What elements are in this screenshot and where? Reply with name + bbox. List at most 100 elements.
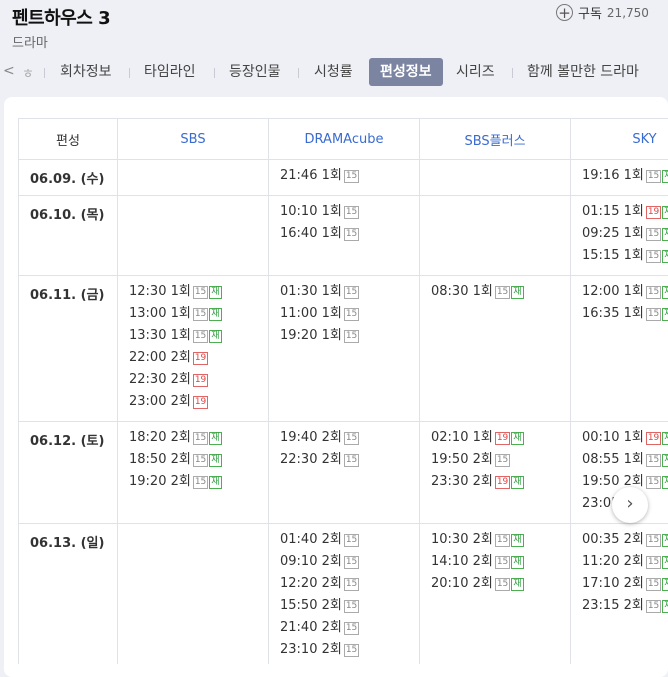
tab-cast[interactable]: 등장인물: [229, 58, 281, 86]
scroll-next-button[interactable]: ›: [612, 487, 648, 523]
broadcast-entry: 22:30 2회15: [280, 452, 419, 474]
tab-prev-icon[interactable]: <: [3, 63, 15, 79]
broadcast-time: 21:40 2회: [280, 620, 342, 635]
broadcast-entry: 16:35 1회15재: [582, 306, 668, 328]
schedule-cell: 00:35 2회15재11:20 2회15재17:10 2회15재23:15 2…: [571, 524, 668, 665]
broadcast-entry: 00:35 2회15재: [582, 532, 668, 554]
age-rating-badge: 15: [193, 308, 208, 321]
rerun-badge: 재: [662, 578, 668, 591]
age-rating-badge: 15: [344, 308, 359, 321]
column-header-channel[interactable]: SBS플러스: [420, 119, 571, 160]
schedule-cell: 10:30 2회15재14:10 2회15재20:10 2회15재: [420, 524, 571, 665]
broadcast-entry: 19:20 1회15: [280, 328, 419, 350]
tab-episodes[interactable]: 회차정보: [60, 58, 112, 86]
broadcast-time: 10:30 2회: [431, 532, 493, 547]
rerun-badge: 재: [209, 476, 221, 489]
age-rating-badge: 15: [646, 578, 661, 591]
age-rating-badge: 15: [344, 206, 359, 219]
age-rating-badge: 15: [646, 454, 661, 467]
header: 펜트하우스 3 드라마 + 구독 21,750 < ㅎ 회차정보 타임라인 등장…: [0, 0, 668, 92]
broadcast-entry: 14:10 2회15재: [431, 554, 570, 576]
age-rating-badge: 15: [646, 250, 661, 263]
schedule-cell: 08:30 1회15재: [420, 276, 571, 422]
age-rating-badge: 15: [646, 534, 661, 547]
rerun-badge: 재: [511, 556, 523, 569]
schedule-cell: 18:20 2회15재18:50 2회15재19:20 2회15재: [118, 422, 269, 524]
broadcast-entry: 15:15 1회15재: [582, 248, 668, 270]
broadcast-time: 11:00 1회: [280, 306, 342, 321]
broadcast-time: 00:10 1회: [582, 430, 644, 445]
broadcast-entry: 11:00 1회15: [280, 306, 419, 328]
broadcast-time: 12:00 1회: [582, 284, 644, 299]
schedule-cell: 01:30 1회1511:00 1회1519:20 1회15: [269, 276, 420, 422]
broadcast-entry: 21:46 1회15: [280, 168, 419, 190]
schedule-cell: [118, 160, 269, 196]
broadcast-time: 19:50 2회: [431, 452, 493, 467]
rerun-badge: 재: [662, 556, 668, 569]
tab-divider: [129, 68, 130, 78]
column-header-date: 편성: [19, 119, 118, 160]
broadcast-entry: 23:00 2회19: [129, 394, 268, 416]
tab-series[interactable]: 시리즈: [456, 58, 495, 86]
age-rating-badge: 15: [344, 600, 359, 613]
broadcast-entry: 12:00 1회15재: [582, 284, 668, 306]
broadcast-time: 15:50 2회: [280, 598, 342, 613]
broadcast-entry: 19:20 2회15재: [129, 474, 268, 496]
rerun-badge: 재: [511, 432, 523, 445]
age-rating-badge: 15: [646, 600, 661, 613]
broadcast-entry: 13:00 1회15재: [129, 306, 268, 328]
tab-fragment: ㅎ: [22, 63, 34, 82]
broadcast-entry: 02:10 1회19재: [431, 430, 570, 452]
column-header-channel[interactable]: DRAMAcube: [269, 119, 420, 160]
broadcast-time: 15:15 1회: [582, 248, 644, 263]
rerun-badge: 재: [662, 600, 668, 613]
broadcast-entry: 20:10 2회15재: [431, 576, 570, 598]
broadcast-time: 23:10 2회: [280, 642, 342, 657]
broadcast-entry: 12:20 2회15: [280, 576, 419, 598]
column-header-channel[interactable]: SKY: [571, 119, 668, 160]
rerun-badge: 재: [662, 476, 668, 489]
broadcast-entry: 11:20 2회15재: [582, 554, 668, 576]
broadcast-time: 22:30 2회: [129, 372, 191, 387]
schedule-table: 편성 SBS DRAMAcube SBS플러스 SKY 06.09. (수) 21…: [18, 118, 668, 664]
age-rating-badge: 15: [344, 170, 359, 183]
rerun-badge: 재: [662, 454, 668, 467]
column-header-channel[interactable]: SBS: [118, 119, 269, 160]
broadcast-entry: 18:20 2회15재: [129, 430, 268, 452]
broadcast-time: 09:10 2회: [280, 554, 342, 569]
subscribe-label: 구독: [578, 3, 602, 22]
table-header-row: 편성 SBS DRAMAcube SBS플러스 SKY: [19, 119, 668, 160]
broadcast-entry: 19:40 2회15: [280, 430, 419, 452]
date-cell: 06.11. (금): [19, 276, 118, 422]
broadcast-entry: 13:30 1회15재: [129, 328, 268, 350]
schedule-cell: 01:40 2회1509:10 2회1512:20 2회1515:50 2회15…: [269, 524, 420, 665]
tab-schedule[interactable]: 편성정보: [369, 58, 443, 86]
schedule-cell: 02:10 1회19재19:50 2회1523:30 2회19재: [420, 422, 571, 524]
table-row: 06.11. (금)12:30 1회15재13:00 1회15재13:30 1회…: [19, 276, 668, 422]
date-cell: 06.09. (수): [19, 160, 118, 196]
broadcast-time: 19:40 2회: [280, 430, 342, 445]
schedule-cell: 12:00 1회15재16:35 1회15재: [571, 276, 668, 422]
broadcast-entry: 09:10 2회15: [280, 554, 419, 576]
broadcast-time: 19:16 1회: [582, 168, 644, 183]
age-rating-badge: 15: [344, 432, 359, 445]
tab-timeline[interactable]: 타임라인: [144, 58, 196, 86]
broadcast-time: 01:15 1회: [582, 204, 644, 219]
tab-ratings[interactable]: 시청률: [314, 58, 353, 86]
broadcast-time: 12:30 1회: [129, 284, 191, 299]
schedule-cell: 01:15 1회19재09:25 1회15재15:15 1회15재: [571, 196, 668, 276]
schedule-cell: 10:10 1회1516:40 1회15: [269, 196, 420, 276]
broadcast-entry: 19:50 2회15: [431, 452, 570, 474]
broadcast-time: 09:25 1회: [582, 226, 644, 241]
subscribe-button[interactable]: + 구독 21,750: [556, 3, 649, 22]
broadcast-time: 08:30 1회: [431, 284, 493, 299]
schedule-table-container[interactable]: 편성 SBS DRAMAcube SBS플러스 SKY 06.09. (수) 21…: [18, 118, 668, 664]
broadcast-time: 10:10 1회: [280, 204, 342, 219]
age-rating-badge: 15: [646, 556, 661, 569]
tab-recommended[interactable]: 함께 볼만한 드라마: [527, 58, 639, 86]
tab-bar: < ㅎ 회차정보 타임라인 등장인물 시청률 편성정보 시리즈 함께 볼만한 드…: [0, 58, 668, 86]
rerun-badge: 재: [209, 286, 221, 299]
rerun-badge: 재: [662, 286, 668, 299]
age-rating-badge: 15: [193, 476, 208, 489]
date-cell: 06.13. (일): [19, 524, 118, 665]
